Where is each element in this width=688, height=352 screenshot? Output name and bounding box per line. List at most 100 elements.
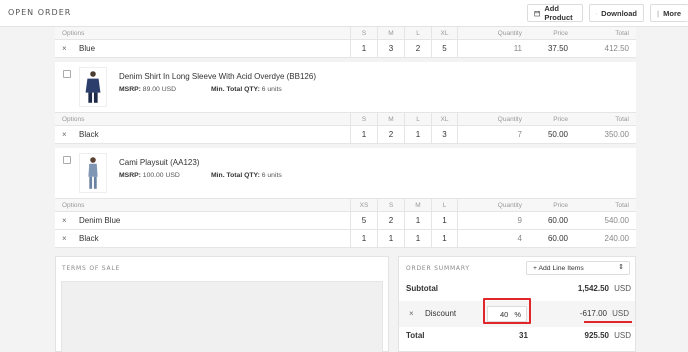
terms-title: TERMS OF SALE (62, 265, 121, 272)
product-card: Denim Shirt In Long Sleeve With Acid Ove… (55, 62, 636, 113)
total-currency: USD (614, 331, 631, 340)
msrp-label: MSRP: (119, 86, 141, 93)
quantity-value: 9 (517, 216, 522, 225)
size-qty-input[interactable]: 5 (350, 212, 377, 229)
discount-label: Discount (425, 309, 457, 318)
price-input[interactable]: 60.00 (530, 230, 568, 247)
size-qty-input[interactable]: 1 (404, 126, 431, 143)
download-label: Download (601, 8, 637, 18)
price-input[interactable]: 60.00 (530, 212, 568, 229)
price-input[interactable]: 50.00 (530, 126, 568, 143)
msrp-label: MSRP: (119, 172, 141, 179)
header-size: S (377, 199, 404, 211)
product-checkbox[interactable] (63, 70, 71, 78)
size-qty-input[interactable]: 1 (350, 230, 377, 247)
size-qty-input[interactable]: 3 (431, 126, 458, 143)
add-product-label: Add Product (544, 4, 573, 22)
discount-value: -617.00 (579, 309, 607, 318)
header-price: Price (553, 201, 568, 209)
size-qty-input[interactable]: 2 (377, 126, 404, 143)
remove-option-icon[interactable]: × (62, 130, 72, 139)
playsuit-model-icon (88, 157, 98, 189)
option-cell: × Denim Blue (62, 212, 120, 229)
min-qty-value: 6 units (261, 172, 282, 179)
more-label: More (663, 8, 682, 18)
header-total: Total (615, 115, 629, 123)
quantity-value: 11 (513, 44, 522, 53)
header-total: Total (615, 29, 629, 37)
header-price: Price (553, 115, 568, 123)
header-size: XL (431, 27, 458, 39)
header-size: XS (350, 199, 377, 211)
product-name[interactable]: Denim Shirt In Long Sleeve With Acid Ove… (119, 72, 316, 81)
table-row: × Black 1 1 1 1 4 60.00 240.00 (55, 230, 636, 248)
add-product-button[interactable]: Add Product (527, 4, 583, 22)
discount-highlight-box (483, 298, 531, 324)
header-size: L (404, 113, 431, 125)
option-name: Denim Blue (79, 216, 121, 225)
quantity-value: 7 (517, 130, 522, 139)
header-size: S (350, 113, 377, 125)
add-line-items-select[interactable]: + Add Line Items ⇕ (526, 261, 630, 275)
size-qty-input[interactable]: 5 (431, 40, 458, 57)
msrp-value: 100.00 USD (142, 172, 180, 179)
table-header: Options XS S M L Quantity Price Total (55, 199, 636, 212)
header-quantity: Quantity (497, 201, 522, 209)
product-meta: MSRP: 89.00 USD (119, 86, 176, 93)
size-qty-input[interactable]: 1 (404, 230, 431, 247)
product3-options-table: Options XS S M L Quantity Price Total × … (55, 199, 636, 248)
remove-option-icon[interactable]: × (62, 216, 72, 225)
msrp-value: 89.00 USD (142, 86, 177, 93)
size-qty-input[interactable]: 1 (404, 212, 431, 229)
total-value: 240.00 (604, 234, 629, 243)
size-qty-input[interactable]: 1 (431, 230, 458, 247)
size-qty-input[interactable]: 2 (404, 40, 431, 57)
option-cell: × Blue (62, 40, 95, 57)
table-row: × Black 1 2 1 3 7 50.00 350.00 (55, 126, 636, 144)
more-button[interactable]: | More (650, 4, 688, 22)
size-qty-input[interactable]: 2 (377, 212, 404, 229)
min-qty-label: Min. Total QTY: (211, 86, 260, 93)
total-value: 925.50 (584, 331, 609, 340)
size-qty-input[interactable]: 1 (350, 40, 377, 57)
header-options: Options (62, 115, 85, 123)
header-size: L (431, 199, 458, 211)
price-input[interactable]: 37.50 (530, 40, 568, 57)
calendar-plus-icon (534, 10, 540, 16)
total-value: 540.00 (604, 216, 629, 225)
remove-option-icon[interactable]: × (62, 234, 72, 243)
product2-options-table: Options S M L XL Quantity Price Total × … (55, 113, 636, 144)
size-qty-input[interactable]: 1 (350, 126, 377, 143)
total-value: 350.00 (604, 130, 629, 139)
remove-option-icon[interactable]: × (62, 44, 72, 53)
product-checkbox[interactable] (63, 156, 71, 164)
add-line-items-label: + Add Line Items (533, 264, 584, 272)
download-button[interactable]: Download (589, 4, 644, 22)
header-size: M (404, 199, 431, 211)
size-qty-input[interactable]: 3 (377, 40, 404, 57)
table-row: × Denim Blue 5 2 1 1 9 60.00 540.00 (55, 212, 636, 230)
min-qty: Min. Total QTY: 6 units (211, 172, 282, 179)
product-name[interactable]: Cami Playsuit (AA123) (119, 158, 199, 167)
product-image (79, 67, 107, 107)
total-row: Total 31 925.50 USD (399, 331, 637, 345)
header-size: M (377, 113, 404, 125)
select-arrows-icon: ⇕ (618, 264, 624, 271)
remove-discount-icon[interactable]: × (409, 309, 414, 318)
discount-highlight-underline (584, 321, 632, 323)
header-price: Price (553, 29, 568, 37)
min-qty-label: Min. Total QTY: (211, 172, 260, 179)
subtotal-currency: USD (614, 284, 631, 293)
header-size: M (377, 27, 404, 39)
total-label: Total (406, 331, 425, 340)
header-quantity: Quantity (497, 115, 522, 123)
shirt-model-icon (85, 71, 101, 103)
header-quantity: Quantity (497, 29, 522, 37)
option-cell: × Black (62, 230, 99, 247)
size-qty-input[interactable]: 1 (377, 230, 404, 247)
total-quantity: 31 (519, 331, 528, 340)
subtotal-row: Subtotal 1,542.50 USD (399, 284, 637, 298)
terms-textarea[interactable] (61, 281, 383, 352)
option-name: Black (79, 130, 99, 139)
size-qty-input[interactable]: 1 (431, 212, 458, 229)
